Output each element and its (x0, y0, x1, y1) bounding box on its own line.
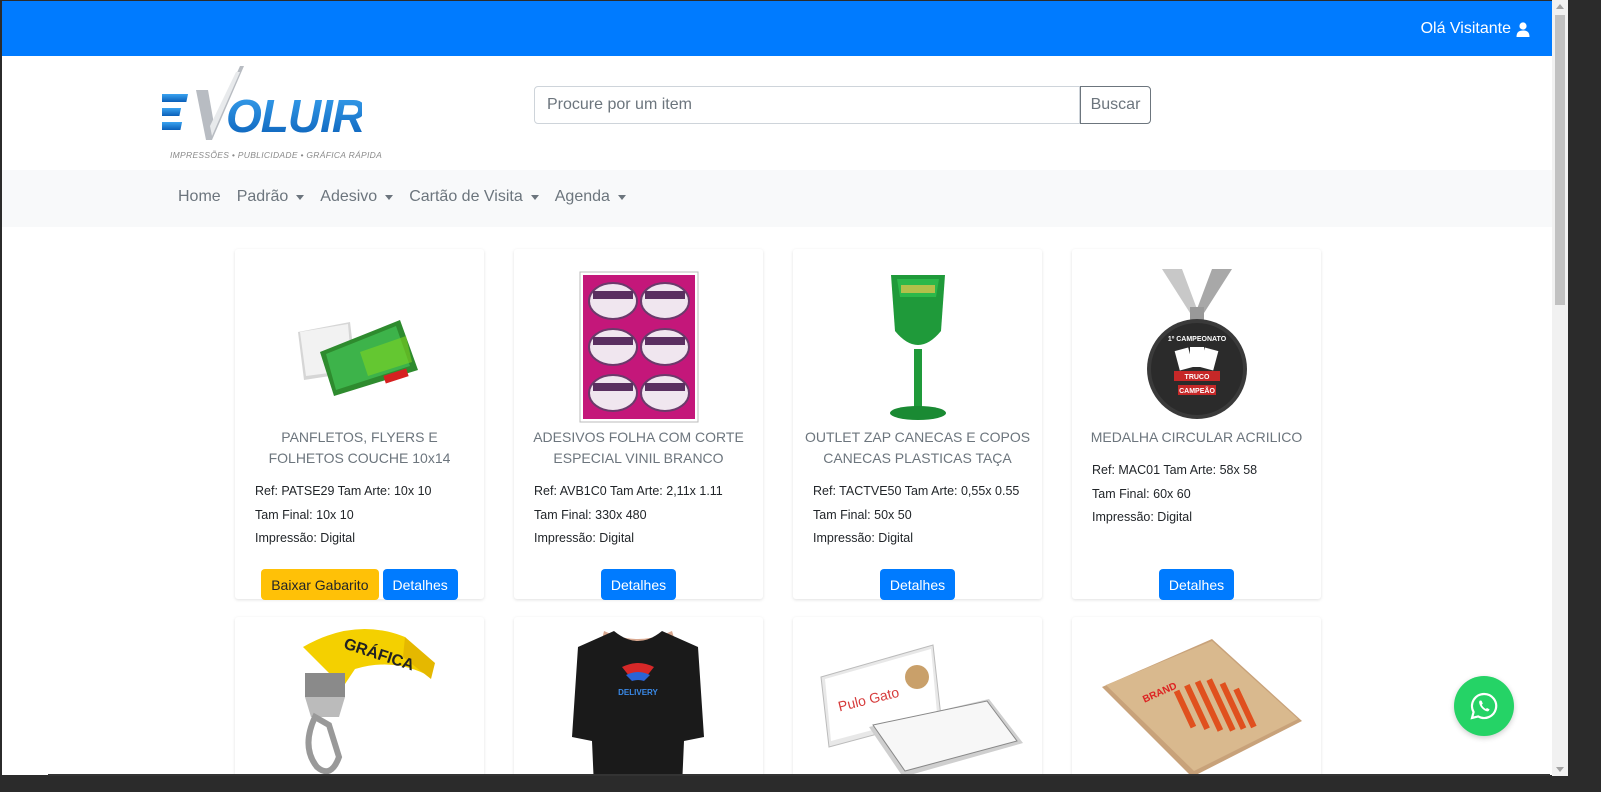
product-print: Impressão: Digital (1092, 510, 1193, 524)
product-card: DELIVERY (514, 617, 763, 775)
product-card: OUTLET ZAP CANECAS E COPOS CANECAS PLAST… (793, 249, 1042, 600)
product-card: ADESIVOS FOLHA COM CORTE ESPECIAL VINIL … (514, 249, 763, 600)
product-actions: Detalhes (1072, 569, 1321, 600)
details-button[interactable]: Detalhes (879, 569, 956, 600)
header: OLUIR IMPRESSÕES • PUBLICIDADE • GRÁFICA… (2, 56, 1552, 170)
nav-item-label: Agenda (554, 188, 610, 205)
caret-down-icon (296, 194, 305, 200)
product-ref: Ref: PATSE29 Tam Arte: 10x 10 (255, 484, 432, 498)
nav-item-label: Padrão (236, 188, 289, 205)
product-image-stickers[interactable] (544, 269, 733, 424)
product-actions: Detalhes (514, 569, 763, 600)
product-image-tshirt[interactable]: DELIVERY (514, 617, 763, 775)
caret-down-icon (617, 194, 626, 200)
search-button[interactable]: Buscar (1080, 86, 1151, 124)
product-card: TRUCO CAMPEÃO 1º CAMPEONATO MEDALHA CIRC… (1072, 249, 1321, 600)
product-title[interactable]: MEDALHA CIRCULAR ACRILICO (1082, 427, 1311, 448)
nav-item-label: Adesivo (320, 188, 378, 205)
user-icon (1516, 21, 1530, 37)
medal-label-bottom: CAMPEÃO (1179, 386, 1215, 395)
product-card: PANFLETOS, FLYERS E FOLHETOS COUCHE 10x1… (235, 249, 484, 600)
product-image-notebook[interactable]: BRAND (1072, 617, 1321, 775)
product-card: BRAND (1072, 617, 1321, 775)
product-final-size: Tam Final: 330x 480 (534, 508, 647, 522)
product-print: Impressão: Digital (813, 531, 914, 545)
caret-down-icon (530, 194, 539, 200)
top-bar: Olá Visitante (2, 1, 1552, 56)
product-card: Pulo Gato (793, 617, 1042, 775)
scroll-down-arrow-icon[interactable] (1556, 767, 1564, 772)
nav-item-home[interactable]: Home (170, 188, 229, 206)
user-greeting[interactable]: Olá Visitante (1421, 20, 1530, 38)
product-image-business-cards[interactable]: Pulo Gato (793, 617, 1042, 775)
medal-label: TRUCO (1184, 374, 1209, 381)
product-card: GRÁFICA (235, 617, 484, 775)
logo[interactable]: OLUIR IMPRESSÕES • PUBLICIDADE • GRÁFICA… (150, 66, 382, 162)
product-ref: Ref: AVB1C0 Tam Arte: 2,11x 1.11 (534, 484, 723, 498)
product-title[interactable]: OUTLET ZAP CANECAS E COPOS CANECAS PLAST… (803, 427, 1032, 469)
download-template-button[interactable]: Baixar Gabarito (261, 569, 379, 600)
nav-item-label: Cartão de Visita (409, 188, 523, 205)
product-final-size: Tam Final: 60x 60 (1092, 487, 1191, 501)
product-image-lanyard[interactable]: GRÁFICA (235, 617, 484, 775)
scrollbar[interactable] (1552, 0, 1568, 776)
product-image-wine-glass[interactable] (823, 269, 1012, 424)
product-ref: Ref: MAC01 Tam Arte: 58x 58 (1092, 463, 1258, 477)
product-image-medal[interactable]: TRUCO CAMPEÃO 1º CAMPEONATO (1102, 269, 1291, 424)
product-ref: Ref: TACTVE50 Tam Arte: 0,55x 0.55 (813, 484, 1020, 498)
medal-label-top: 1º CAMPEONATO (1167, 336, 1226, 343)
product-actions: Baixar Gabarito Detalhes (235, 569, 484, 600)
scroll-thumb[interactable] (1555, 15, 1565, 305)
product-final-size: Tam Final: 50x 50 (813, 508, 912, 522)
whatsapp-button[interactable] (1454, 676, 1514, 736)
tshirt-label: DELIVERY (618, 688, 658, 697)
product-print: Impressão: Digital (534, 531, 635, 545)
horizontal-scroll-track (48, 774, 1550, 776)
product-title[interactable]: PANFLETOS, FLYERS E FOLHETOS COUCHE 10x1… (245, 427, 474, 469)
nav-list: Home Padrão Adesivo Cartão de Visita Age… (170, 188, 634, 206)
logo-tagline: IMPRESSÕES • PUBLICIDADE • GRÁFICA RÁPID… (170, 150, 383, 160)
nav-item-label: Home (178, 188, 221, 205)
scroll-up-arrow-icon[interactable] (1556, 4, 1564, 9)
nav-item-adesivo[interactable]: Adesivo (312, 188, 401, 206)
search-input[interactable] (534, 86, 1080, 124)
page: Olá Visitante OLUIR IMPRESSÕES • PUBLICI… (2, 1, 1552, 775)
details-button[interactable]: Detalhes (382, 569, 458, 600)
product-title[interactable]: ADESIVOS FOLHA COM CORTE ESPECIAL VINIL … (524, 427, 753, 469)
main-nav: Home Padrão Adesivo Cartão de Visita Age… (2, 170, 1552, 227)
logo-text: OLUIR (226, 90, 362, 142)
whatsapp-icon (1470, 692, 1498, 720)
caret-down-icon (385, 194, 394, 200)
product-final-size: Tam Final: 10x 10 (255, 508, 354, 522)
product-print: Impressão: Digital (255, 531, 356, 545)
search-form: Buscar (534, 86, 1151, 124)
details-button[interactable]: Detalhes (600, 569, 677, 600)
nav-item-agenda[interactable]: Agenda (547, 188, 634, 206)
details-button[interactable]: Detalhes (1158, 569, 1235, 600)
product-actions: Detalhes (793, 569, 1042, 600)
product-image-flyer[interactable] (265, 269, 454, 424)
logo-mark: OLUIR (150, 66, 366, 142)
greeting-label: Olá Visitante (1420, 20, 1511, 37)
nav-item-cartao-de-visita[interactable]: Cartão de Visita (401, 188, 547, 206)
nav-item-padrao[interactable]: Padrão (229, 188, 313, 206)
